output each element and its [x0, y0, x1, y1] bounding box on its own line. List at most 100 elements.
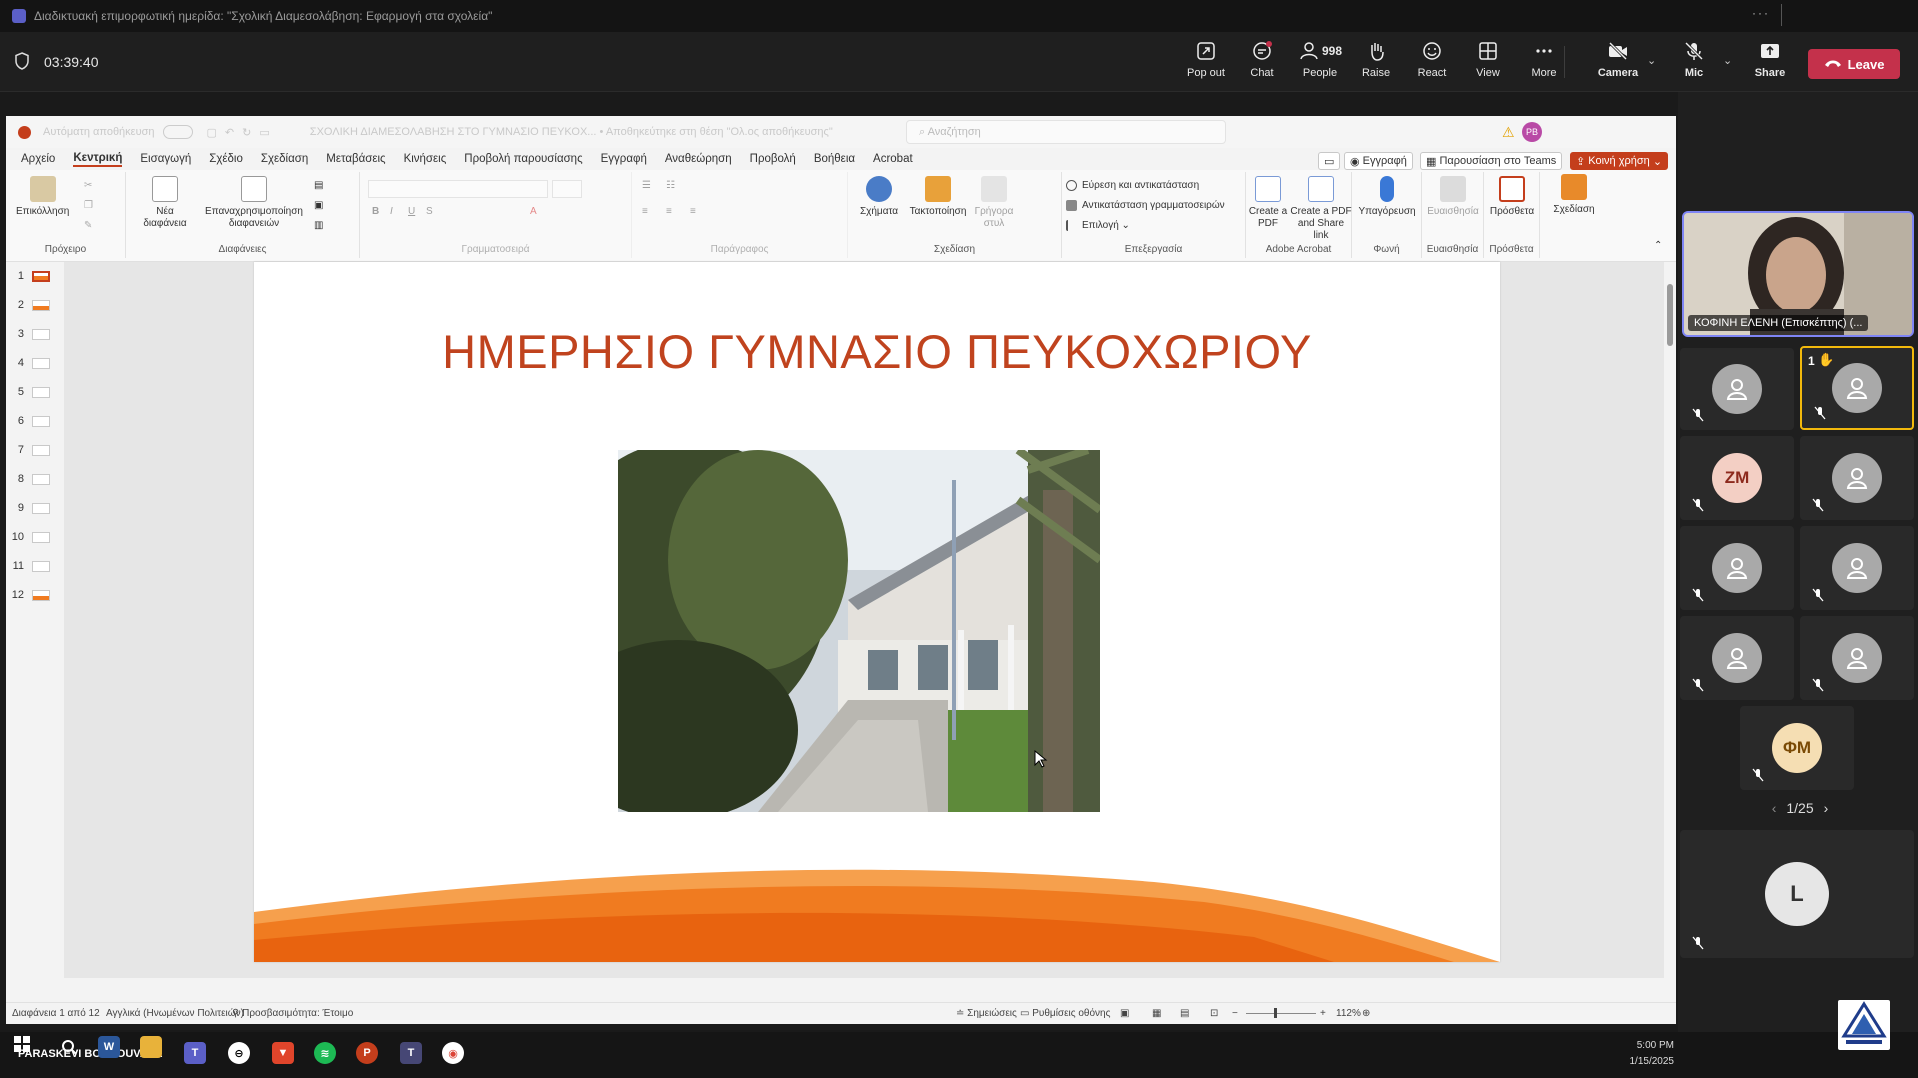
display-settings-button[interactable]: ▭ Ρυθμίσεις οθόνης — [1020, 1008, 1110, 1019]
font-size-input[interactable] — [552, 180, 582, 198]
scrollbar-thumb[interactable] — [1667, 284, 1673, 346]
slide-thumbnail[interactable]: 10 — [10, 531, 50, 543]
tab-view[interactable]: Προβολή — [750, 153, 796, 165]
reuse-slides-button[interactable]: Επαναχρησιμοποίηση διαφανειών — [200, 176, 308, 230]
slide-thumbnail[interactable]: 1 — [10, 270, 50, 282]
present-in-teams-button[interactable]: ▦ Παρουσίαση στο Teams — [1420, 152, 1563, 170]
teams-active-app-icon[interactable]: T — [400, 1042, 422, 1064]
new-slide-button[interactable]: Νέα διαφάνεια — [140, 176, 190, 230]
slide-thumbnail[interactable]: 3 — [10, 328, 50, 340]
zoom-in-icon[interactable]: + — [1320, 1008, 1326, 1019]
select-button[interactable]: Επιλογή ⌄ — [1066, 220, 1130, 231]
layout-icon[interactable]: ▤ — [314, 180, 323, 191]
slide-sorter-icon[interactable]: ▦ — [1152, 1008, 1161, 1019]
align-right-icon[interactable]: ≡ — [690, 206, 696, 217]
current-slide[interactable]: ΗΜΕΡΗΣΙΟ ΓΥΜΝΑΣΙΟ ΠΕΥΚΟΧΩΡΙΟΥ — [254, 262, 1500, 962]
leave-button[interactable]: Leave — [1808, 49, 1900, 79]
quick-access-icon[interactable]: ▭ — [259, 126, 269, 139]
comments-icon[interactable]: ▭ — [1318, 152, 1341, 170]
zoom-level[interactable]: 112% — [1336, 1008, 1361, 1019]
reset-icon[interactable]: ▣ — [314, 200, 323, 211]
font-color-button[interactable]: A — [530, 206, 537, 217]
section-icon[interactable]: ▥ — [314, 220, 323, 231]
camera-options-chevron-icon[interactable]: ⌄ — [1647, 54, 1656, 67]
participant-tile[interactable] — [1800, 436, 1914, 520]
participant-tile[interactable]: L — [1680, 830, 1914, 958]
fit-slide-icon[interactable]: ⊕ — [1362, 1008, 1370, 1019]
warning-icon[interactable]: ⚠ — [1502, 124, 1515, 141]
slide-thumbnail[interactable]: 4 — [10, 357, 50, 369]
cut-icon[interactable]: ✂ — [84, 180, 92, 191]
replace-fonts-button[interactable]: Αντικατάσταση γραμματοσειρών — [1066, 200, 1225, 211]
file-explorer-icon[interactable] — [140, 1036, 162, 1058]
language-indicator[interactable]: Αγγλικά (Ηνωμένων Πολιτειών) — [106, 1008, 244, 1019]
bold-button[interactable]: B — [372, 206, 379, 217]
participant-tile[interactable]: ZM — [1680, 436, 1794, 520]
reading-view-icon[interactable]: ▤ — [1180, 1008, 1189, 1019]
participant-tile[interactable]: ΦΜ — [1740, 706, 1854, 790]
dictate-button[interactable]: Υπαγόρευση — [1356, 176, 1418, 218]
italic-button[interactable]: I — [390, 206, 393, 217]
tab-insert[interactable]: Εισαγωγή — [140, 153, 191, 165]
share-button[interactable]: Share — [1744, 40, 1796, 86]
popout-button[interactable]: Pop out — [1180, 40, 1232, 86]
find-replace-button[interactable]: Εύρεση και αντικατάσταση — [1066, 180, 1199, 191]
view-button[interactable]: View — [1462, 40, 1514, 86]
slide-thumbnail[interactable]: 11 — [10, 560, 50, 572]
tab-design[interactable]: Σχεδίαση — [261, 153, 308, 165]
zoom-out-icon[interactable]: − — [1232, 1008, 1238, 1019]
create-pdf-share-button[interactable]: Create a PDF and Share link — [1290, 176, 1352, 242]
mic-button[interactable]: Mic — [1668, 40, 1720, 86]
record-button[interactable]: ◉ Εγγραφή — [1344, 152, 1413, 170]
accessibility-status[interactable]: ⚲ Προσβασιμότητα: Έτοιμο — [232, 1008, 353, 1019]
create-pdf-button[interactable]: Create a PDF — [1248, 176, 1288, 230]
save-icon[interactable]: ▢ — [207, 126, 217, 139]
teams-app-icon[interactable]: T — [184, 1042, 206, 1064]
slide-thumbnail[interactable]: 6 — [10, 415, 50, 427]
school-building-photo[interactable] — [618, 450, 1100, 812]
arrange-button[interactable]: Τακτοποίηση — [908, 176, 968, 218]
next-page-chevron-icon[interactable]: › — [1824, 800, 1829, 816]
tab-record[interactable]: Εγγραφή — [601, 153, 647, 165]
shapes-button[interactable]: Σχήματα — [856, 176, 902, 218]
paste-button[interactable]: Επικόλληση — [16, 176, 69, 218]
format-painter-icon[interactable]: ✎ — [84, 220, 92, 231]
spotify-icon[interactable]: ≋ — [314, 1042, 336, 1064]
copy-icon[interactable]: ❐ — [84, 200, 93, 211]
camera-button[interactable]: Camera — [1592, 40, 1644, 86]
word-app-icon[interactable]: W — [98, 1036, 120, 1058]
redo-icon[interactable]: ↻ — [242, 126, 251, 139]
participant-tile-hand-raised[interactable]: 1 ✋ — [1800, 346, 1914, 430]
react-button[interactable]: React — [1406, 40, 1458, 86]
slide-title[interactable]: ΗΜΕΡΗΣΙΟ ΓΥΜΝΑΣΙΟ ΠΕΥΚΟΧΩΡΙΟΥ — [254, 324, 1500, 379]
zoom-slider[interactable] — [1246, 1013, 1316, 1014]
notes-button[interactable]: ≐ Σημειώσεις — [956, 1008, 1017, 1019]
slide-thumbnail[interactable]: 7 — [10, 444, 50, 456]
numbering-icon[interactable]: ☷ — [666, 180, 675, 191]
align-left-icon[interactable]: ≡ — [642, 206, 648, 217]
strikethrough-button[interactable]: S — [426, 206, 433, 217]
sensitivity-button[interactable]: Ευαισθησία — [1426, 176, 1480, 218]
powerpoint-app-icon[interactable]: P — [356, 1042, 378, 1064]
bullets-icon[interactable]: ☰ — [642, 180, 651, 191]
participant-tile[interactable] — [1680, 616, 1794, 700]
prev-page-chevron-icon[interactable]: ‹ — [1772, 800, 1777, 816]
participant-tile[interactable] — [1800, 526, 1914, 610]
chat-button[interactable]: Chat — [1236, 40, 1288, 86]
search-input[interactable]: ⌕ Αναζήτηση — [906, 120, 1226, 144]
slide-thumbnail[interactable]: 12 — [10, 589, 50, 601]
tab-acrobat[interactable]: Acrobat — [873, 153, 913, 165]
tab-transitions[interactable]: Μεταβάσεις — [326, 153, 385, 165]
user-avatar[interactable]: PB — [1522, 122, 1542, 142]
normal-view-icon[interactable]: ▣ — [1120, 1008, 1129, 1019]
chrome-browser-icon[interactable]: ◉ — [442, 1042, 464, 1064]
designer-button[interactable]: Σχεδίαση — [1546, 174, 1602, 216]
quick-styles-button[interactable]: Γρήγορα στυλ — [972, 176, 1016, 230]
slide-vertical-scrollbar[interactable] — [1666, 272, 1674, 838]
slide-thumbnail[interactable]: 9 — [10, 502, 50, 514]
autosave-toggle[interactable] — [162, 125, 193, 139]
tab-slideshow[interactable]: Προβολή παρουσίασης — [464, 153, 582, 165]
slide-thumbnail[interactable]: 5 — [10, 386, 50, 398]
align-center-icon[interactable]: ≡ — [666, 206, 672, 217]
more-options-icon[interactable]: ··· — [1752, 6, 1770, 20]
